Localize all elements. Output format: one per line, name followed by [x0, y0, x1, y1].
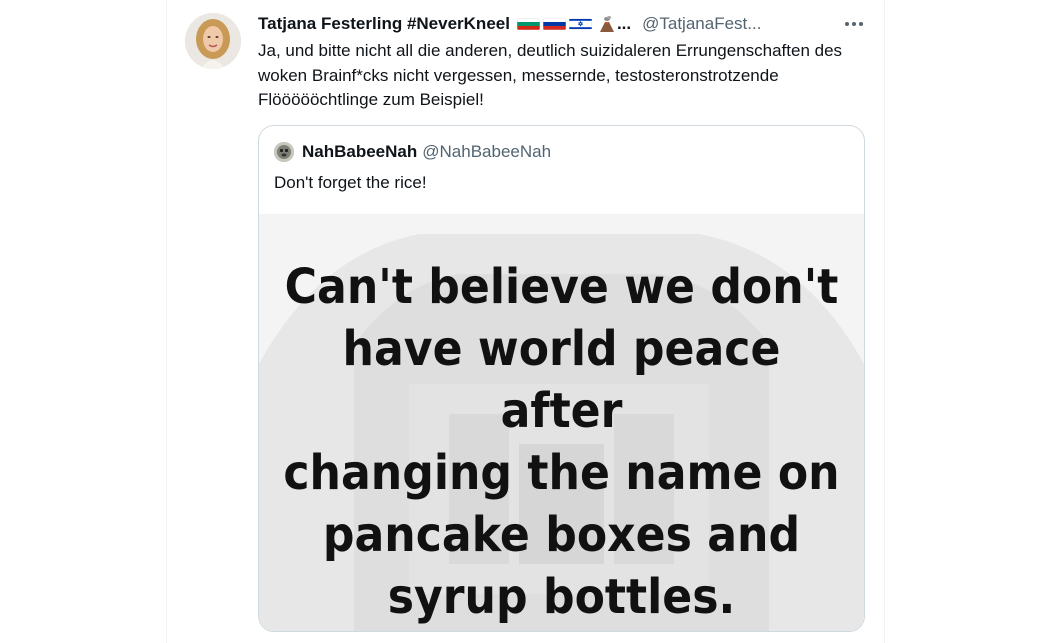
meme-line: Can't believe we don't — [284, 259, 839, 315]
meme-line: have world peace after — [342, 321, 781, 439]
author-avatar[interactable] — [185, 13, 241, 69]
tweet-text: Ja, und bitte nicht all die anderen, deu… — [258, 41, 843, 109]
meme-caption: Can't believe we don't have world peace … — [283, 256, 840, 628]
quoted-author-avatar — [274, 142, 294, 162]
quoted-author-name: NahBabeeNah — [302, 142, 418, 161]
israel-flag-icon — [568, 18, 592, 30]
meme-line: changing the name on — [283, 445, 840, 501]
quoted-tweet-header: NahBabeeNah @NahBabeeNah — [274, 142, 551, 162]
tweet-header: Tatjana Festerling #NeverKneel ... @Tatj… — [258, 12, 858, 36]
quoted-author-handle: @NahBabeeNah — [422, 142, 552, 161]
volcano-icon — [598, 15, 616, 33]
name-emoji-group — [516, 15, 616, 33]
russia-flag-icon — [542, 18, 566, 30]
quoted-tweet[interactable]: NahBabeeNah @NahBabeeNah Don't forget th… — [258, 125, 865, 632]
author-name[interactable]: Tatjana Festerling #NeverKneel — [258, 14, 510, 34]
bulgaria-flag-icon — [516, 18, 540, 30]
more-horizontal-icon[interactable] — [842, 12, 866, 36]
meme-line: pancake boxes and — [322, 507, 801, 563]
author-handle[interactable]: @TatjanaFest... — [642, 14, 761, 34]
column-divider-right — [884, 0, 885, 643]
author-name-ellipsis: ... — [616, 14, 632, 33]
meme-line: syrup bottles. — [387, 569, 736, 625]
twitter-page: Tatjana Festerling #NeverKneel ... @Tatj… — [0, 0, 1050, 643]
quoted-tweet-media[interactable]: Can't believe we don't have world peace … — [259, 214, 864, 631]
quoted-tweet-text: Don't forget the rice! — [274, 173, 427, 192]
tweet[interactable]: Tatjana Festerling #NeverKneel ... @Tatj… — [167, 0, 884, 643]
